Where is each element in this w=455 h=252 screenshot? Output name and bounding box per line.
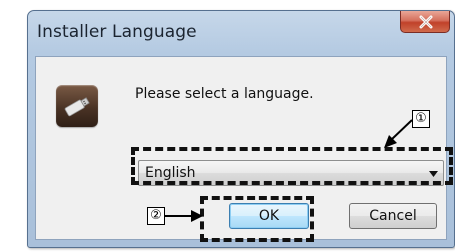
callout-2-label: ② bbox=[147, 207, 165, 225]
ok-button[interactable]: OK bbox=[229, 203, 309, 229]
language-dropdown[interactable]: English bbox=[138, 160, 444, 186]
window-title: Installer Language bbox=[37, 22, 197, 42]
language-dropdown-value: English bbox=[145, 165, 196, 181]
prompt-text: Please select a language. bbox=[135, 86, 314, 102]
cancel-button[interactable]: Cancel bbox=[349, 203, 437, 229]
close-button[interactable] bbox=[400, 11, 450, 33]
dialog-client-area: Please select a language. English OK Can… bbox=[35, 56, 447, 240]
installer-language-dialog: Installer Language Please select a langu… bbox=[27, 10, 455, 248]
usb-drive-icon bbox=[56, 85, 98, 127]
chevron-down-icon bbox=[429, 171, 438, 177]
callout-1-label: ① bbox=[412, 110, 430, 128]
close-x-icon bbox=[419, 15, 433, 29]
